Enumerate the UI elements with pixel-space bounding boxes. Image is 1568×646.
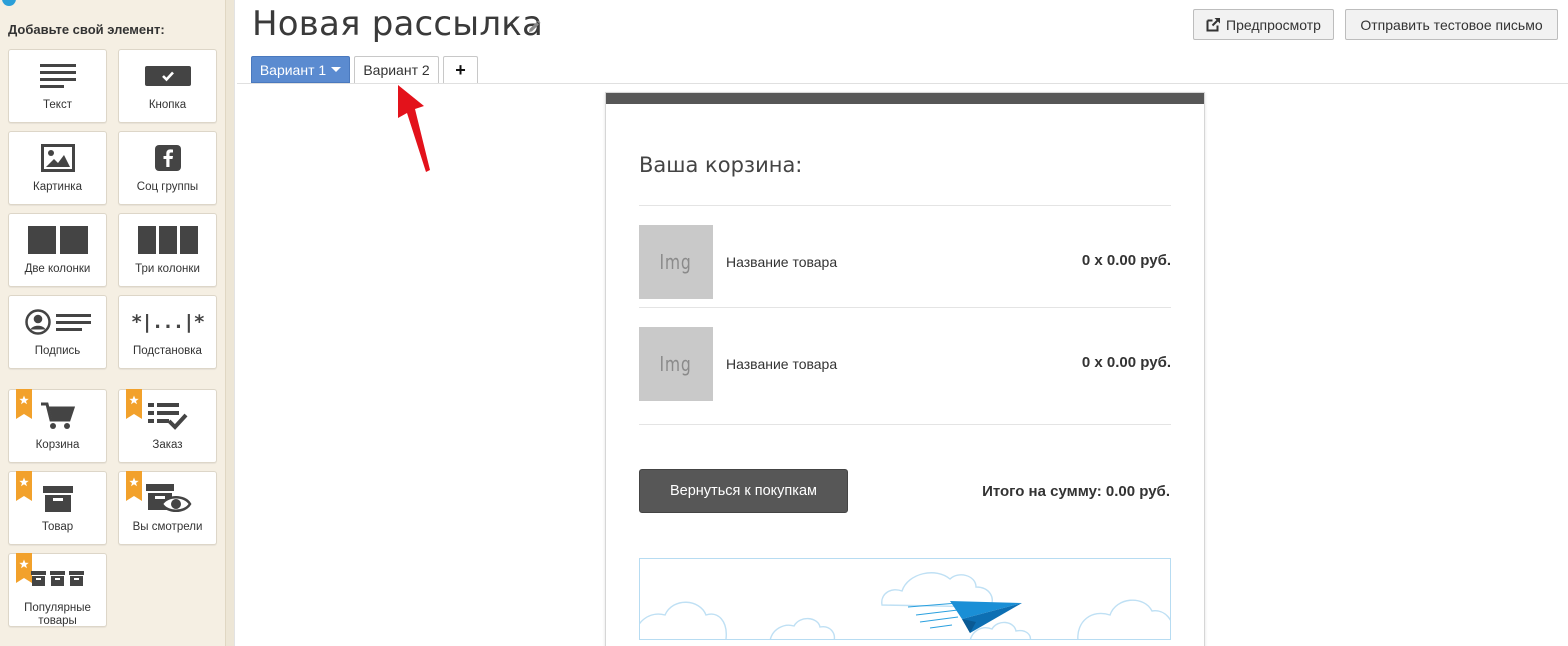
element-tile-popular-products[interactable]: Популярные товары: [8, 553, 107, 627]
product-price: 0 x 0.00 руб.: [1081, 252, 1171, 269]
element-tile-cart[interactable]: Корзина: [8, 389, 107, 463]
sidebar-indicator-dot: [2, 0, 16, 6]
preview-button-label: Предпросмотр: [1226, 16, 1321, 33]
element-tile-label: Текст: [43, 99, 72, 111]
cart-total: Итого на сумму: 0.00 руб.: [982, 483, 1170, 500]
element-tile-product[interactable]: Товар: [8, 471, 107, 545]
image-placeholder-text: Img: [659, 352, 693, 376]
element-tile-image[interactable]: Картинка: [8, 131, 107, 205]
divider: [639, 307, 1171, 308]
facebook-icon: [119, 140, 216, 176]
element-tile-label: Две колонки: [24, 263, 91, 275]
element-tile-label: Популярные товары: [24, 602, 91, 627]
preview-button[interactable]: Предпросмотр: [1193, 9, 1334, 40]
element-tile-three-columns[interactable]: Три колонки: [118, 213, 217, 287]
element-tile-substitution[interactable]: *|...|* Подстановка: [118, 295, 217, 369]
three-columns-icon: [119, 222, 216, 258]
caret-down-icon: [331, 67, 342, 72]
clouds-plane-illustration: [640, 572, 1170, 639]
element-tile-label: Товар: [41, 521, 74, 533]
element-tile-label: Вы смотрели: [132, 521, 203, 533]
image-icon: [9, 140, 106, 176]
email-top-bar: [606, 93, 1204, 104]
product-name: Название товара: [726, 356, 838, 372]
back-to-shopping-label: Вернуться к покупкам: [670, 483, 817, 499]
cart-product-row[interactable]: Img Название товара 0 x 0.00 руб.: [639, 327, 1171, 401]
text-lines-icon: [9, 58, 106, 94]
popular-boxes-icon: [9, 564, 106, 594]
tab-variant-1[interactable]: Вариант 1: [251, 56, 350, 83]
two-columns-icon: [9, 222, 106, 258]
divider: [639, 424, 1171, 425]
element-tile-text[interactable]: Текст: [8, 49, 107, 123]
element-tile-viewed[interactable]: Вы смотрели: [118, 471, 217, 545]
product-price: 0 x 0.00 руб.: [1081, 354, 1171, 371]
email-canvas[interactable]: Ваша корзина: Img Название товара 0 x 0.…: [605, 92, 1205, 646]
substitution-icon: *|...|*: [119, 304, 216, 340]
element-tile-label: Корзина: [35, 439, 80, 451]
product-image-placeholder: Img: [639, 225, 713, 299]
element-tile-two-columns[interactable]: Две колонки: [8, 213, 107, 287]
tab-variant-2-label: Вариант 2: [363, 62, 430, 78]
external-link-icon: [1206, 18, 1221, 32]
page-title: Новая рассылка: [252, 4, 544, 44]
paper-plane-banner[interactable]: [639, 558, 1171, 640]
viewed-eye-icon: [119, 480, 216, 516]
element-tile-label: Картинка: [33, 181, 82, 193]
add-variant-button[interactable]: +: [443, 56, 478, 83]
plus-icon: +: [455, 59, 466, 80]
tab-variant-2[interactable]: Вариант 2: [354, 56, 439, 83]
sidebar-title: Добавьте свой элемент:: [8, 22, 165, 37]
send-test-email-button[interactable]: Отправить тестовое письмо: [1345, 9, 1558, 40]
image-placeholder-text: Img: [659, 250, 693, 274]
tab-variant-1-label: Вариант 1: [259, 61, 327, 78]
element-tile-label: Подпись: [34, 345, 81, 357]
button-check-icon: [119, 58, 216, 94]
cart-heading[interactable]: Ваша корзина:: [639, 153, 802, 177]
element-tile-order[interactable]: Заказ: [118, 389, 217, 463]
element-tile-label: Заказ: [152, 439, 183, 451]
element-tile-label: Подстановка: [133, 345, 202, 357]
signature-icon: [9, 304, 106, 340]
element-tile-label: Три колонки: [135, 263, 200, 275]
back-to-shopping-button[interactable]: Вернуться к покупкам: [639, 469, 848, 513]
product-image-placeholder: Img: [639, 327, 713, 401]
element-tile-button[interactable]: Кнопка: [118, 49, 217, 123]
product-box-icon: [9, 480, 106, 516]
cart-product-row[interactable]: Img Название товара 0 x 0.00 руб.: [639, 225, 1171, 299]
send-test-email-label: Отправить тестовое письмо: [1360, 16, 1543, 33]
cart-icon: [9, 398, 106, 434]
pencil-edit-icon[interactable]: [527, 20, 541, 34]
sidebar-splitter[interactable]: [225, 0, 235, 646]
element-tile-social[interactable]: Соц группы: [118, 131, 217, 205]
order-list-icon: [119, 398, 216, 434]
divider: [639, 205, 1171, 206]
annotation-arrow-icon: [398, 85, 430, 172]
element-tile-label: Кнопка: [148, 99, 187, 111]
product-name: Название товара: [726, 254, 838, 270]
elements-sidebar: Добавьте свой элемент: Текст Кнопка Карт…: [0, 0, 225, 646]
substitution-glyph: *|...|*: [130, 311, 205, 333]
element-tile-label: Соц группы: [136, 181, 199, 193]
element-tile-signature[interactable]: Подпись: [8, 295, 107, 369]
